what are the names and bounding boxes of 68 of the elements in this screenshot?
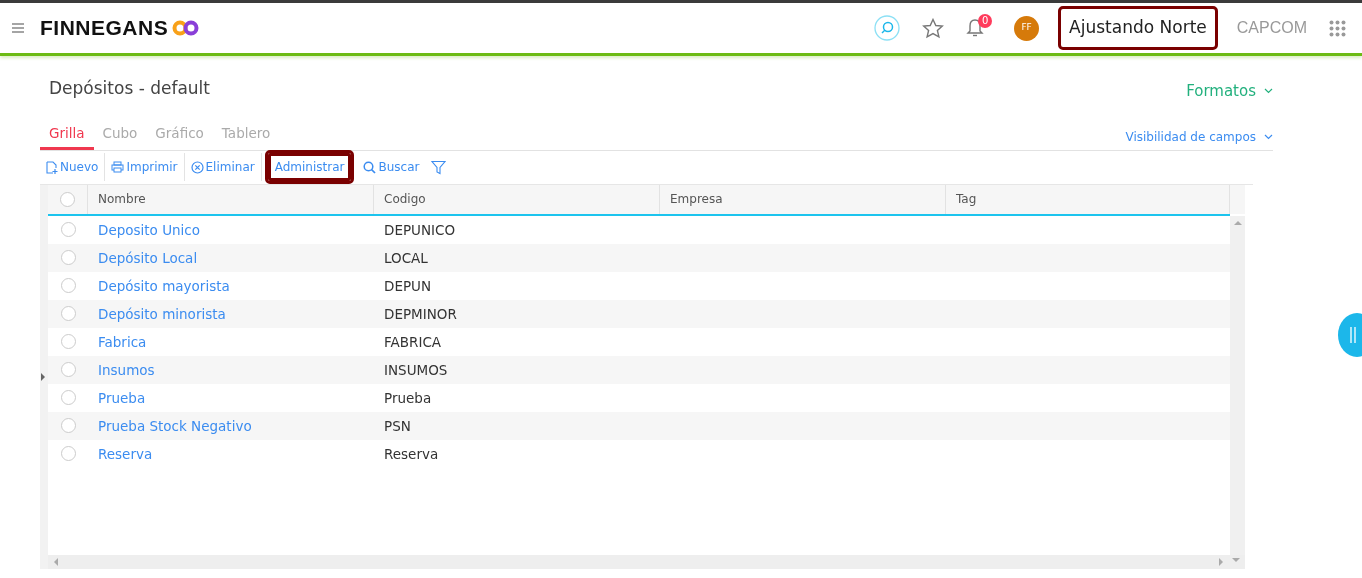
table-cell: DEPMINOR [384,305,457,322]
row-link[interactable]: Fabrica [98,333,147,350]
row-link[interactable]: Insumos [98,361,155,378]
new-file-icon [46,160,58,174]
table-cell: DEPUNICO [384,221,456,238]
row-radio[interactable] [60,250,76,266]
row-link[interactable]: Depósito mayorista [98,277,230,294]
column-header[interactable]: Codigo [384,190,426,209]
menu-icon[interactable] [12,23,24,33]
table-cell: FABRICA [384,333,442,350]
logo-text: FINNEGANS [40,15,169,42]
scroll-left-icon[interactable] [53,557,58,566]
scroll-right-icon[interactable] [1219,557,1224,566]
table-cell: LOCAL [384,249,428,266]
search-icon [363,160,377,174]
expand-arrow-icon[interactable] [41,372,45,381]
column-header[interactable]: Empresa [670,190,723,209]
organization-name[interactable]: CAPCOM [1236,16,1307,40]
row-radio[interactable] [60,306,76,322]
filter-icon[interactable] [431,159,447,175]
tab[interactable]: Grilla [40,122,94,150]
table-cell: Prueba [384,389,432,406]
table-cell: PSN [384,417,411,434]
column-header[interactable]: Tag [956,190,977,209]
row-radio[interactable] [60,446,76,462]
chevron-down-icon [1264,133,1273,140]
delete-icon [190,160,204,174]
company-name[interactable]: Ajustando Norte [1061,9,1215,47]
horizontal-scrollbar[interactable] [48,554,1245,569]
user-avatar[interactable]: FF [1014,15,1040,41]
row-radio[interactable] [60,222,76,238]
row-radio[interactable] [60,278,76,294]
toolbar-button[interactable]: Administrar [267,153,352,182]
row-link[interactable]: Reserva [98,445,153,462]
tab[interactable]: Cubo [93,122,147,150]
page-title: Depósitos - default [49,77,210,100]
apps-icon[interactable] [1329,19,1346,37]
row-radio[interactable] [60,390,76,406]
row-link[interactable]: Depósito Local [98,249,198,266]
search-icon[interactable] [874,15,901,41]
row-link[interactable]: Prueba [98,389,146,406]
formats-dropdown[interactable]: Formatos [1186,80,1273,103]
row-link[interactable]: Prueba Stock Negativo [98,417,252,434]
printer-icon [111,161,125,174]
row-link[interactable]: Deposito Unico [98,221,201,238]
table-cell: Reserva [384,445,439,462]
notification-count: 0 [978,13,993,28]
table-cell: DEPUN [384,277,432,294]
toolbar-button[interactable]: Buscar [357,153,426,182]
field-visibility-dropdown[interactable]: Visibilidad de campos [1125,127,1273,146]
column-header[interactable]: Nombre [98,190,146,209]
row-link[interactable]: Depósito minorista [98,305,226,322]
scroll-up-icon[interactable] [1233,219,1242,225]
select-all-radio[interactable] [60,191,75,207]
scroll-down-icon[interactable] [1232,557,1240,563]
vertical-scrollbar[interactable] [1230,184,1245,555]
tab[interactable]: Gráfico [146,122,213,150]
toolbar-button[interactable]: Eliminar [184,153,262,182]
toolbar-button[interactable]: Imprimir [105,153,185,182]
row-radio[interactable] [60,362,76,378]
toolbar-button[interactable]: Nuevo [40,153,106,182]
row-radio[interactable] [60,334,76,350]
row-radio[interactable] [60,418,76,434]
tab[interactable]: Tablero [212,122,280,150]
chevron-down-icon [1264,88,1273,95]
logo-icon [172,20,201,36]
star-icon[interactable] [922,17,945,39]
table-cell: INSUMOS [384,361,448,378]
